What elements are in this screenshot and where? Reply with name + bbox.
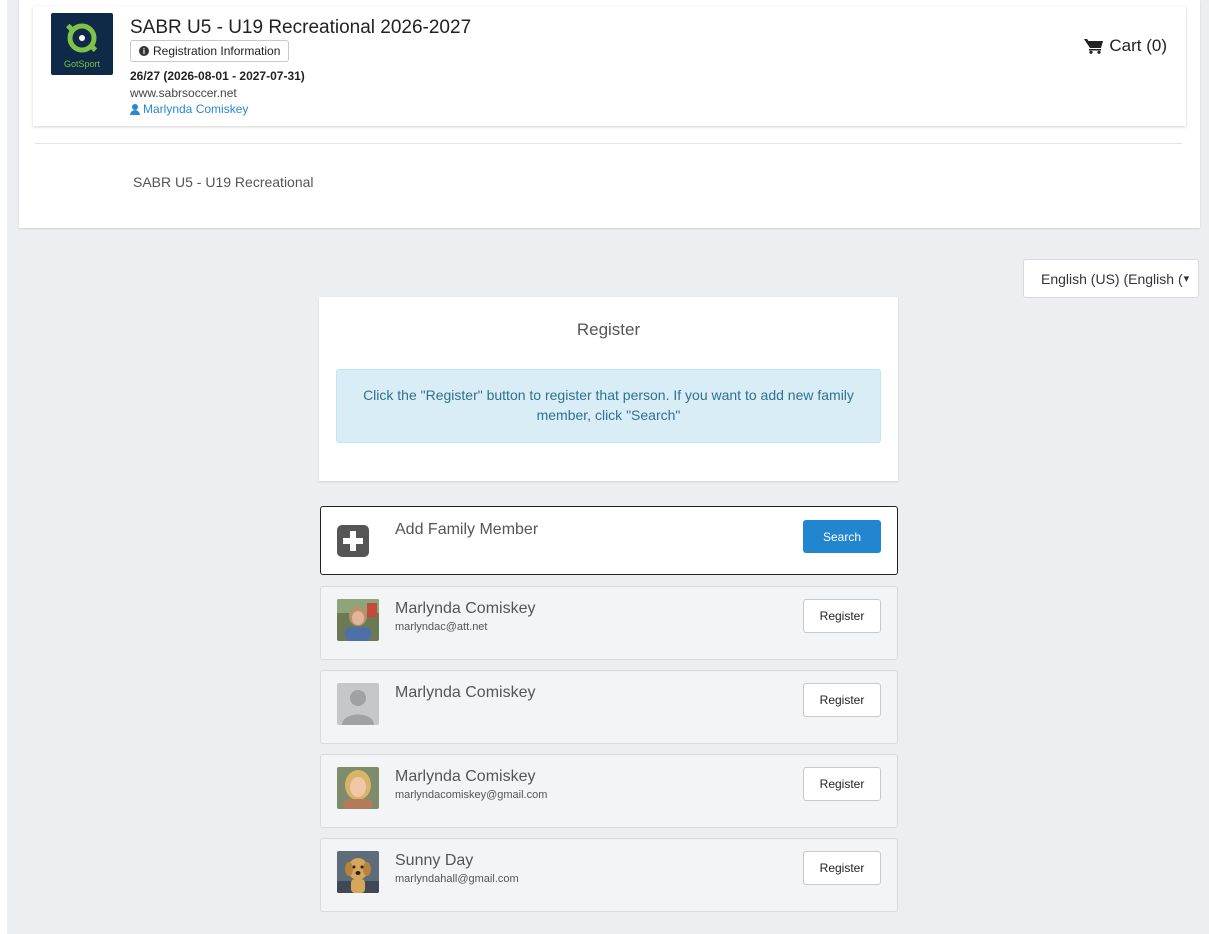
event-website: www.sabrsoccer.net bbox=[130, 86, 237, 100]
woman-outdoors-photo-icon bbox=[337, 599, 379, 641]
registration-information-label: Registration Information bbox=[153, 44, 281, 58]
chevron-down-icon: ▾ bbox=[1183, 273, 1190, 285]
avatar bbox=[337, 767, 379, 809]
member-email: marlyndac@att.net bbox=[395, 621, 488, 633]
puppy-photo-icon bbox=[337, 851, 379, 893]
avatar bbox=[337, 599, 379, 641]
shopping-cart-icon bbox=[1084, 39, 1104, 54]
event-header: GotSport SABR U5 - U19 Recreational 2026… bbox=[19, 0, 1200, 228]
logo-text: GotSport bbox=[63, 59, 101, 69]
default-user-silhouette-icon bbox=[337, 683, 379, 725]
member-email: marlyndacomiskey@gmail.com bbox=[395, 789, 548, 801]
member-name: Marlynda Comiskey bbox=[395, 600, 536, 617]
member-name: Marlynda Comiskey bbox=[395, 684, 536, 701]
member-email: marlyndahall@gmail.com bbox=[395, 873, 519, 885]
cart-link[interactable]: Cart (0) bbox=[1084, 36, 1167, 56]
register-instructions-alert: Click the "Register" button to register … bbox=[336, 369, 881, 443]
search-button[interactable]: Search bbox=[803, 520, 881, 553]
family-member-row: Marlynda Comiskey marlyndacomiskey@gmail… bbox=[320, 754, 898, 828]
language-select[interactable]: English (US) (English ( ▾ bbox=[1023, 259, 1199, 298]
event-title: SABR U5 - U19 Recreational 2026-2027 bbox=[130, 17, 472, 38]
register-button[interactable]: Register bbox=[803, 767, 881, 801]
avatar bbox=[337, 851, 379, 893]
season-dates: 26/27 (2026-08-01 - 2027-07-31) bbox=[130, 69, 305, 83]
family-member-row: Sunny Day marlyndahall@gmail.com Registe… bbox=[320, 838, 898, 912]
add-family-member-label: Add Family Member bbox=[395, 521, 539, 538]
page-left-edge bbox=[0, 0, 7, 934]
member-name: Sunny Day bbox=[395, 852, 474, 869]
program-name: SABR U5 - U19 Recreational bbox=[133, 174, 314, 190]
member-name: Marlynda Comiskey bbox=[395, 768, 536, 785]
register-title: Register bbox=[576, 320, 641, 339]
plus-square-icon bbox=[337, 525, 369, 557]
register-button[interactable]: Register bbox=[803, 851, 881, 885]
event-contact-link[interactable]: Marlynda Comiskey bbox=[130, 102, 248, 116]
family-member-row: Marlynda Comiskey Register bbox=[320, 670, 898, 744]
event-contact-name: Marlynda Comiskey bbox=[143, 102, 249, 116]
register-button[interactable]: Register bbox=[803, 683, 881, 717]
registration-information-button[interactable]: i Registration Information bbox=[130, 40, 290, 62]
register-panel: Register Click the "Register" button to … bbox=[319, 297, 898, 481]
avatar bbox=[337, 683, 379, 725]
cart-label: Cart (0) bbox=[1109, 36, 1167, 55]
gotsport-logo: GotSport bbox=[51, 13, 113, 75]
register-button[interactable]: Register bbox=[803, 599, 881, 633]
user-icon bbox=[130, 103, 140, 115]
event-info-bar: GotSport SABR U5 - U19 Recreational 2026… bbox=[33, 6, 1186, 126]
add-family-member-row: Add Family Member Search bbox=[320, 506, 898, 575]
info-circle-icon: i bbox=[139, 46, 149, 56]
header-divider bbox=[35, 143, 1182, 144]
language-selected-value: English (US) (English ( bbox=[1041, 270, 1183, 287]
woman-blonde-photo-icon bbox=[337, 767, 379, 809]
family-member-row: Marlynda Comiskey marlyndac@att.net Regi… bbox=[320, 586, 898, 660]
